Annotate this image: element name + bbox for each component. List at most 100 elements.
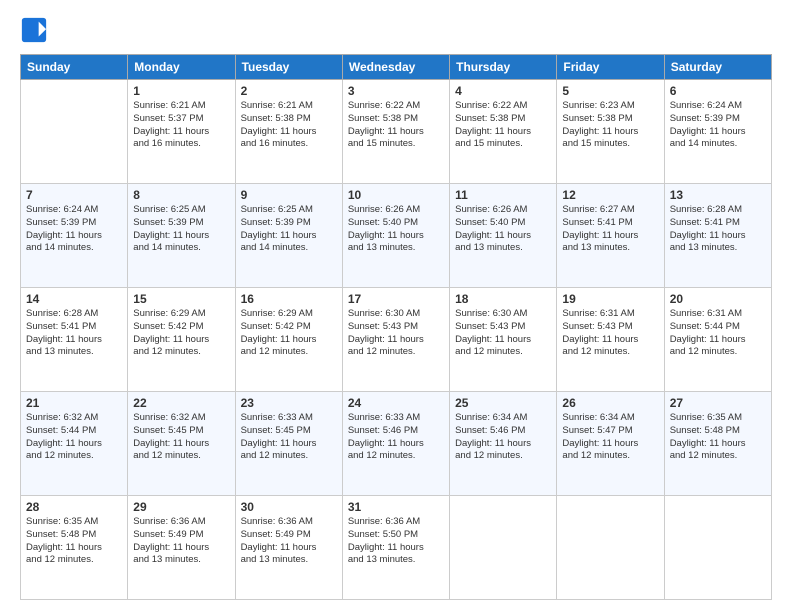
cell-info: Sunrise: 6:25 AMSunset: 5:39 PMDaylight:… [133, 204, 229, 255]
cell-info: Sunrise: 6:31 AMSunset: 5:43 PMDaylight:… [562, 308, 658, 359]
cell-info: Sunrise: 6:30 AMSunset: 5:43 PMDaylight:… [348, 308, 444, 359]
day-number: 25 [455, 396, 551, 410]
weekday-header-friday: Friday [557, 55, 664, 80]
weekday-header-wednesday: Wednesday [342, 55, 449, 80]
day-number: 15 [133, 292, 229, 306]
weekday-header-tuesday: Tuesday [235, 55, 342, 80]
day-number: 13 [670, 188, 766, 202]
cell-info: Sunrise: 6:31 AMSunset: 5:44 PMDaylight:… [670, 308, 766, 359]
calendar-cell: 20 Sunrise: 6:31 AMSunset: 5:44 PMDayligh… [664, 288, 771, 392]
calendar-cell: 27 Sunrise: 6:35 AMSunset: 5:48 PMDayligh… [664, 392, 771, 496]
day-number: 22 [133, 396, 229, 410]
cell-info: Sunrise: 6:22 AMSunset: 5:38 PMDaylight:… [455, 100, 551, 151]
weekday-header-saturday: Saturday [664, 55, 771, 80]
calendar-cell: 8Sunrise: 6:25 AMSunset: 5:39 PMDaylight… [128, 184, 235, 288]
calendar-cell: 9 Sunrise: 6:25 AMSunset: 5:39 PMDaylight… [235, 184, 342, 288]
page: SundayMondayTuesdayWednesdayThursdayFrid… [0, 0, 792, 612]
day-number: 24 [348, 396, 444, 410]
calendar-cell: 16 Sunrise: 6:29 AMSunset: 5:42 PMDayligh… [235, 288, 342, 392]
calendar-cell: 26Sunrise: 6:34 AMSunset: 5:47 PMDayligh… [557, 392, 664, 496]
calendar-week-row: 1 Sunrise: 6:21 AMSunset: 5:37 PMDaylight… [21, 80, 772, 184]
calendar-cell: 19 Sunrise: 6:31 AMSunset: 5:43 PMDayligh… [557, 288, 664, 392]
cell-info: Sunrise: 6:26 AMSunset: 5:40 PMDaylight:… [348, 204, 444, 255]
day-number: 16 [241, 292, 337, 306]
calendar-cell: 14 Sunrise: 6:28 AMSunset: 5:41 PMDayligh… [21, 288, 128, 392]
calendar-cell [557, 496, 664, 600]
day-number: 18 [455, 292, 551, 306]
day-number: 31 [348, 500, 444, 514]
day-number: 3 [348, 84, 444, 98]
cell-info: Sunrise: 6:25 AMSunset: 5:39 PMDaylight:… [241, 204, 337, 255]
logo [20, 16, 52, 44]
calendar-cell: 31 Sunrise: 6:36 AMSunset: 5:50 PMDayligh… [342, 496, 449, 600]
calendar-cell: 12 Sunrise: 6:27 AMSunset: 5:41 PMDayligh… [557, 184, 664, 288]
cell-info: Sunrise: 6:26 AMSunset: 5:40 PMDaylight:… [455, 204, 551, 255]
calendar-cell: 21 Sunrise: 6:32 AMSunset: 5:44 PMDayligh… [21, 392, 128, 496]
calendar-week-row: 14 Sunrise: 6:28 AMSunset: 5:41 PMDayligh… [21, 288, 772, 392]
calendar-cell: 7 Sunrise: 6:24 AMSunset: 5:39 PMDaylight… [21, 184, 128, 288]
weekday-header-monday: Monday [128, 55, 235, 80]
cell-info: Sunrise: 6:22 AMSunset: 5:38 PMDaylight:… [348, 100, 444, 151]
cell-info: Sunrise: 6:23 AMSunset: 5:38 PMDaylight:… [562, 100, 658, 151]
calendar-week-row: 7 Sunrise: 6:24 AMSunset: 5:39 PMDaylight… [21, 184, 772, 288]
cell-info: Sunrise: 6:28 AMSunset: 5:41 PMDaylight:… [670, 204, 766, 255]
calendar-week-row: 21 Sunrise: 6:32 AMSunset: 5:44 PMDayligh… [21, 392, 772, 496]
logo-icon [20, 16, 48, 44]
day-number: 14 [26, 292, 122, 306]
calendar-cell: 15 Sunrise: 6:29 AMSunset: 5:42 PMDayligh… [128, 288, 235, 392]
calendar-cell: 23Sunrise: 6:33 AMSunset: 5:45 PMDayligh… [235, 392, 342, 496]
day-number: 5 [562, 84, 658, 98]
cell-info: Sunrise: 6:36 AMSunset: 5:49 PMDaylight:… [133, 516, 229, 567]
cell-info: Sunrise: 6:21 AMSunset: 5:37 PMDaylight:… [133, 100, 229, 151]
day-number: 26 [562, 396, 658, 410]
cell-info: Sunrise: 6:32 AMSunset: 5:44 PMDaylight:… [26, 412, 122, 463]
calendar-cell: 3 Sunrise: 6:22 AMSunset: 5:38 PMDaylight… [342, 80, 449, 184]
calendar-cell [664, 496, 771, 600]
day-number: 27 [670, 396, 766, 410]
day-number: 30 [241, 500, 337, 514]
day-number: 2 [241, 84, 337, 98]
calendar-header-row: SundayMondayTuesdayWednesdayThursdayFrid… [21, 55, 772, 80]
day-number: 6 [670, 84, 766, 98]
calendar-cell: 1 Sunrise: 6:21 AMSunset: 5:37 PMDaylight… [128, 80, 235, 184]
calendar-cell: 24 Sunrise: 6:33 AMSunset: 5:46 PMDayligh… [342, 392, 449, 496]
cell-info: Sunrise: 6:33 AMSunset: 5:45 PMDaylight:… [241, 412, 337, 463]
calendar-cell: 30 Sunrise: 6:36 AMSunset: 5:49 PMDayligh… [235, 496, 342, 600]
cell-info: Sunrise: 6:24 AMSunset: 5:39 PMDaylight:… [26, 204, 122, 255]
day-number: 28 [26, 500, 122, 514]
calendar-cell: 18 Sunrise: 6:30 AMSunset: 5:43 PMDayligh… [450, 288, 557, 392]
day-number: 7 [26, 188, 122, 202]
cell-info: Sunrise: 6:35 AMSunset: 5:48 PMDaylight:… [670, 412, 766, 463]
day-number: 20 [670, 292, 766, 306]
cell-info: Sunrise: 6:27 AMSunset: 5:41 PMDaylight:… [562, 204, 658, 255]
calendar-cell: 13 Sunrise: 6:28 AMSunset: 5:41 PMDayligh… [664, 184, 771, 288]
weekday-header-thursday: Thursday [450, 55, 557, 80]
day-number: 19 [562, 292, 658, 306]
calendar-cell: 28Sunrise: 6:35 AMSunset: 5:48 PMDayligh… [21, 496, 128, 600]
cell-info: Sunrise: 6:30 AMSunset: 5:43 PMDaylight:… [455, 308, 551, 359]
cell-info: Sunrise: 6:28 AMSunset: 5:41 PMDaylight:… [26, 308, 122, 359]
day-number: 17 [348, 292, 444, 306]
calendar-table: SundayMondayTuesdayWednesdayThursdayFrid… [20, 54, 772, 600]
day-number: 21 [26, 396, 122, 410]
day-number: 1 [133, 84, 229, 98]
cell-info: Sunrise: 6:24 AMSunset: 5:39 PMDaylight:… [670, 100, 766, 151]
cell-info: Sunrise: 6:36 AMSunset: 5:50 PMDaylight:… [348, 516, 444, 567]
calendar-cell: 6 Sunrise: 6:24 AMSunset: 5:39 PMDaylight… [664, 80, 771, 184]
calendar-cell: 4Sunrise: 6:22 AMSunset: 5:38 PMDaylight… [450, 80, 557, 184]
calendar-cell: 2Sunrise: 6:21 AMSunset: 5:38 PMDaylight… [235, 80, 342, 184]
calendar-cell: 25Sunrise: 6:34 AMSunset: 5:46 PMDayligh… [450, 392, 557, 496]
cell-info: Sunrise: 6:29 AMSunset: 5:42 PMDaylight:… [241, 308, 337, 359]
header [20, 16, 772, 44]
calendar-cell: 29 Sunrise: 6:36 AMSunset: 5:49 PMDayligh… [128, 496, 235, 600]
calendar-cell [21, 80, 128, 184]
day-number: 29 [133, 500, 229, 514]
cell-info: Sunrise: 6:33 AMSunset: 5:46 PMDaylight:… [348, 412, 444, 463]
day-number: 9 [241, 188, 337, 202]
calendar-cell: 10Sunrise: 6:26 AMSunset: 5:40 PMDayligh… [342, 184, 449, 288]
cell-info: Sunrise: 6:36 AMSunset: 5:49 PMDaylight:… [241, 516, 337, 567]
cell-info: Sunrise: 6:29 AMSunset: 5:42 PMDaylight:… [133, 308, 229, 359]
calendar-cell: 5 Sunrise: 6:23 AMSunset: 5:38 PMDaylight… [557, 80, 664, 184]
day-number: 12 [562, 188, 658, 202]
calendar-cell: 11Sunrise: 6:26 AMSunset: 5:40 PMDayligh… [450, 184, 557, 288]
